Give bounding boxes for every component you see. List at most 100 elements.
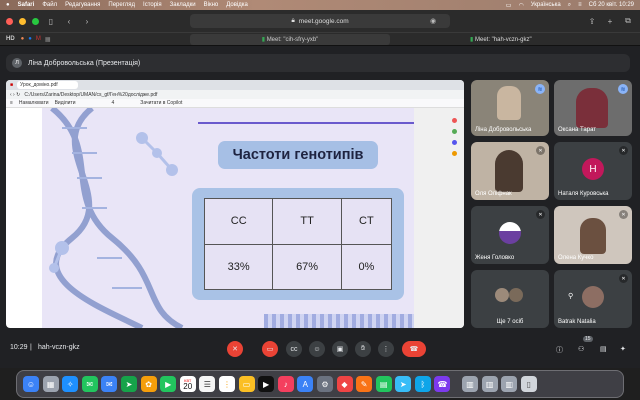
downloads-folder-icon[interactable]: ▥ [462, 376, 479, 392]
participant-tile[interactable]: ✕ Женя Головко [471, 206, 549, 264]
hand-icon: ✋︎ [361, 345, 365, 352]
zoom-window-button[interactable] [32, 17, 39, 25]
battery-icon[interactable]: ▭ [506, 2, 512, 9]
extension-icon[interactable]: ◉ [430, 17, 436, 25]
speaking-icon: ≋ [618, 84, 628, 94]
participant-tile[interactable]: ≋ Оксана Тарат [554, 80, 632, 136]
app-store-icon[interactable]: A [297, 376, 314, 392]
info-icon[interactable]: ⓘ [556, 345, 563, 355]
others-tile[interactable]: Ще 7 осіб [471, 270, 549, 328]
documents-folder-icon[interactable]: ▥ [481, 376, 498, 392]
tab-meet-2[interactable]: ▮ Meet: "hah-vczn-gkz" [470, 36, 532, 43]
system-settings-icon[interactable]: ⚙ [316, 376, 333, 392]
edge-toolbar [452, 118, 458, 188]
tv-icon[interactable]: ▶ [258, 376, 275, 392]
tab-meet-2-label: Meet: "hah-vczn-gkz" [474, 36, 532, 43]
back-icon[interactable]: ‹ [63, 17, 75, 26]
participant-tile[interactable]: ≋ Ліна Добровольська [471, 80, 549, 136]
sidebar-icon[interactable]: ▯ [45, 17, 57, 26]
chat-icon[interactable]: ▤ [600, 345, 607, 353]
pages-icon[interactable]: ✎ [356, 376, 373, 392]
mail-icon[interactable]: ✉ [101, 376, 118, 392]
tab-meet-1[interactable]: ▮ Meet: "cih-sfry-yxb" [190, 33, 390, 45]
notes-icon[interactable]: ▭ [238, 376, 255, 392]
participant-name: Олена Кучко [558, 255, 594, 261]
trash-icon[interactable]: ▯ [520, 376, 537, 392]
launchpad-icon[interactable]: ▦ [42, 376, 59, 392]
lock-icon: 🔒︎ [291, 17, 295, 24]
reminders-icon[interactable]: ⋮ [218, 376, 235, 392]
meet-tab-icon: ▮ [261, 36, 266, 43]
gmail-icon[interactable]: M [36, 36, 41, 42]
clock[interactable]: Сб 20 квіт. 10:29 [589, 2, 634, 8]
leave-call-button[interactable]: ☎︎ [402, 341, 426, 357]
share-icon[interactable]: ⇪ [586, 17, 598, 26]
raise-hand-button[interactable]: ✋︎ [355, 341, 371, 357]
mic-off-icon: ✕ [619, 146, 628, 155]
mic-toggle-button[interactable]: ✕ [227, 341, 243, 357]
minimize-window-button[interactable] [19, 17, 26, 25]
meeting-code: hah-vczn-gkz [38, 344, 80, 351]
menu-view[interactable]: Перегляд [108, 2, 135, 8]
viber-icon[interactable]: ☎ [434, 376, 451, 392]
pdf-tab-icon: ■ [10, 82, 14, 88]
numbers-icon[interactable]: ▤ [375, 376, 392, 392]
menu-bookmarks[interactable]: Закладки [170, 2, 196, 8]
edge-tool-icon-2 [452, 129, 457, 134]
participant-tile[interactable]: Н ✕ Наталя Куровська [554, 142, 632, 200]
participant-tile[interactable]: ✕ Олена Кучко [554, 206, 632, 264]
music-icon[interactable]: ♪ [277, 376, 294, 392]
people-icon[interactable]: ⚇ [578, 345, 584, 353]
tab-overview-icon[interactable]: ⧉ [622, 16, 634, 26]
table-value-ct: 0% [340, 243, 393, 290]
facebook-icon[interactable]: ● [28, 36, 32, 42]
grid-icon[interactable]: ▦ [45, 36, 51, 43]
activities-icon[interactable]: ✦ [620, 345, 626, 353]
meeting-separator: | [30, 344, 32, 351]
keyboard-layout[interactable]: Українська [531, 2, 561, 8]
calendar-icon[interactable]: КВТ 20 [179, 376, 196, 392]
search-icon[interactable]: ⌕ [568, 2, 571, 9]
forward-icon[interactable]: › [81, 17, 93, 26]
menu-history[interactable]: Історія [143, 2, 162, 8]
favorite-hd[interactable]: HD [6, 36, 15, 42]
safari-icon[interactable]: ✧ [62, 376, 79, 392]
new-tab-icon[interactable]: + [604, 17, 616, 26]
contacts-icon[interactable]: ☰ [199, 376, 216, 392]
calendar-day: 20 [183, 381, 193, 391]
shared-nav-icons: ‹ › ↻ [10, 91, 21, 98]
finder-icon[interactable]: ☺ [23, 376, 39, 392]
facetime-icon[interactable]: ▶ [160, 376, 177, 392]
telegram-icon[interactable]: ➤ [395, 376, 412, 392]
close-window-button[interactable] [6, 17, 13, 25]
more-options-button[interactable]: ⋮ [378, 341, 394, 357]
wifi-icon[interactable]: ◠ [518, 2, 523, 9]
shared-path: C:/Users/Zarina/Desktop/UMAN/cs_gf/Ген%2… [24, 91, 158, 98]
participant-name: Наталя Куровська [558, 191, 609, 197]
emoji-button[interactable]: ☺ [309, 341, 325, 357]
camera-toggle-button[interactable]: ▭ [262, 341, 278, 357]
pin-icon[interactable]: ⚲ [568, 292, 573, 300]
apple-icon[interactable]: ● [6, 2, 10, 8]
address-text: meet.google.com [298, 17, 349, 25]
others-avatar [509, 288, 523, 302]
captions-button[interactable]: cc [286, 341, 302, 357]
messages-icon[interactable]: ✉ [81, 376, 98, 392]
participant-tile[interactable]: ✕ Оля Оліфнак [471, 142, 549, 200]
address-bar[interactable]: 🔒︎ meet.google.com [190, 14, 450, 28]
recent-file-icon[interactable]: ▥ [501, 376, 518, 392]
menu-help[interactable]: Довідка [226, 2, 248, 8]
maps-icon[interactable]: ➤ [120, 376, 137, 392]
favorite-icon[interactable]: ● [21, 36, 25, 42]
present-button[interactable]: ▣ [332, 341, 348, 357]
menu-edit[interactable]: Редагування [65, 2, 100, 8]
app-icon-red[interactable]: ◆ [336, 376, 353, 392]
menu-window[interactable]: Вікно [204, 2, 219, 8]
bluetooth-icon[interactable]: ᛒ [414, 376, 431, 392]
participant-tile[interactable]: ⚲ ✕ Batrak Natalia [554, 270, 632, 328]
control-center-icon[interactable]: ≡ [578, 2, 582, 8]
menu-app-name[interactable]: Safari [18, 2, 35, 8]
tab-bar: HD ● ● M ▦ ▮ Meet: "cih-sfry-yxb" ▮ Meet… [0, 32, 640, 46]
menu-file[interactable]: Файл [42, 2, 57, 8]
photos-icon[interactable]: ✿ [140, 376, 157, 392]
